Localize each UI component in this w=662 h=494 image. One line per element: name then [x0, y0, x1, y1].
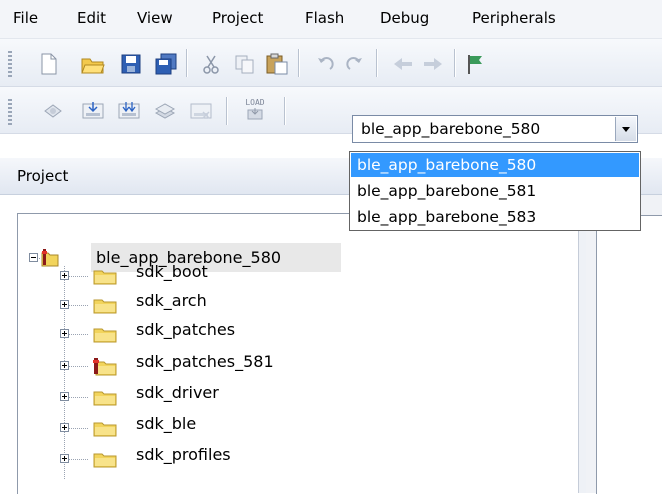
bookmark-flag-icon[interactable] — [462, 51, 488, 77]
menu-file[interactable]: File — [13, 9, 38, 27]
expand-toggle[interactable] — [60, 392, 69, 401]
back-icon[interactable] — [390, 51, 416, 77]
batch-build-icon[interactable] — [152, 97, 178, 123]
menu-view[interactable]: View — [137, 9, 173, 27]
group-label[interactable]: sdk_profiles — [136, 445, 231, 464]
folder-icon — [93, 450, 117, 472]
expand-toggle[interactable] — [60, 329, 69, 338]
folder-icon — [93, 419, 117, 441]
group-label[interactable]: sdk_arch — [136, 291, 207, 310]
expand-toggle[interactable] — [60, 271, 69, 280]
menu-project[interactable]: Project — [212, 9, 263, 27]
folder-icon — [93, 388, 117, 410]
stop-build-icon[interactable] — [188, 97, 214, 123]
load-icon[interactable]: LOAD — [240, 93, 270, 125]
target-option-580[interactable]: ble_app_barebone_580 — [351, 153, 639, 177]
target-select-value: ble_app_barebone_580 — [361, 120, 541, 138]
translate-icon[interactable] — [40, 97, 66, 123]
group-label[interactable]: sdk_boot — [136, 262, 208, 281]
expand-toggle[interactable] — [60, 300, 69, 309]
open-folder-icon[interactable] — [80, 51, 106, 77]
build-icon[interactable] — [80, 97, 106, 123]
new-file-icon[interactable] — [36, 51, 62, 77]
group-label[interactable]: sdk_patches — [136, 320, 235, 339]
load-label: LOAD — [245, 97, 265, 107]
menu-flash[interactable]: Flash — [305, 9, 344, 27]
collapse-toggle[interactable] — [29, 253, 38, 262]
menu-peripherals[interactable]: Peripherals — [472, 9, 556, 27]
folder-icon — [93, 267, 117, 289]
project-panel-title: Project — [17, 167, 69, 185]
file-toolbar — [0, 39, 662, 87]
chevron-down-icon[interactable] — [615, 117, 636, 141]
save-all-icon[interactable] — [153, 51, 179, 77]
folder-options-icon — [93, 356, 117, 380]
target-dropdown-list: ble_app_barebone_580 ble_app_barebone_58… — [349, 151, 641, 231]
redo-icon[interactable] — [342, 51, 368, 77]
copy-icon[interactable] — [232, 51, 258, 77]
undo-icon[interactable] — [312, 51, 338, 77]
menu-bar: File Edit View Project Flash Debug Perip… — [0, 0, 662, 39]
folder-icon — [93, 325, 117, 347]
expand-toggle[interactable] — [60, 361, 69, 370]
project-root-icon — [40, 245, 60, 269]
expand-toggle[interactable] — [60, 423, 69, 432]
group-label[interactable]: sdk_driver — [136, 383, 219, 402]
folder-icon — [93, 296, 117, 318]
rebuild-icon[interactable] — [116, 97, 142, 123]
editor-area — [586, 195, 662, 494]
target-option-581[interactable]: ble_app_barebone_581 — [351, 179, 639, 203]
paste-icon[interactable] — [264, 51, 290, 77]
target-select[interactable]: ble_app_barebone_580 — [352, 115, 638, 143]
menu-edit[interactable]: Edit — [77, 9, 106, 27]
group-label[interactable]: sdk_ble — [136, 414, 196, 433]
group-label[interactable]: sdk_patches_581 — [136, 352, 274, 371]
cut-icon[interactable] — [198, 51, 224, 77]
forward-icon[interactable] — [420, 51, 446, 77]
save-icon[interactable] — [118, 51, 144, 77]
toolbar-grip[interactable] — [8, 51, 12, 77]
target-option-583[interactable]: ble_app_barebone_583 — [351, 205, 639, 229]
expand-toggle[interactable] — [60, 454, 69, 463]
toolbar-grip[interactable] — [8, 99, 12, 125]
menu-debug[interactable]: Debug — [380, 9, 429, 27]
